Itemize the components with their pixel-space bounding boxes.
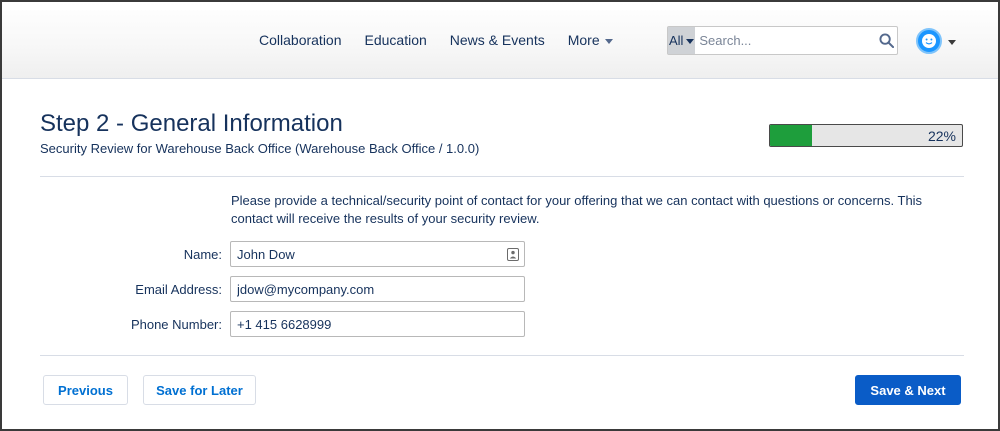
email-label: Email Address: [135,282,222,297]
search-scope-dropdown[interactable]: All [668,27,696,54]
search-button[interactable] [875,27,897,54]
intro-text: Please provide a technical/security poin… [231,193,923,226]
nav-collaboration[interactable]: Collaboration [259,32,342,48]
email-field[interactable] [230,276,525,302]
chevron-down-icon [686,38,695,44]
user-menu[interactable] [916,28,956,54]
main-nav: Collaboration Education News & Events Mo… [259,32,613,48]
progress-bar: 22% [769,124,963,147]
page-title: Step 2 - General Information [40,110,343,137]
search-input[interactable] [695,27,876,54]
search-bar: All [667,26,898,55]
contact-card-icon[interactable] [507,248,519,261]
phone-label: Phone Number: [130,317,222,332]
nav-education[interactable]: Education [365,32,427,48]
page-subtitle: Security Review for Warehouse Back Offic… [40,141,480,156]
save-and-next-button[interactable]: Save & Next [855,375,961,405]
nav-more-label: More [567,32,600,48]
phone-field[interactable] [230,311,525,337]
previous-button[interactable]: Previous [43,375,128,405]
save-for-later-button[interactable]: Save for Later [143,375,256,405]
avatar [916,28,942,54]
person-icon [509,250,517,259]
name-label: Name: [183,247,222,262]
progress-label: 22% [927,128,956,144]
smiley-face-icon [922,34,936,48]
search-scope-label: All [668,33,684,48]
divider-top [40,176,964,177]
chevron-down-icon [948,39,956,45]
top-header: Collaboration Education News & Events Mo… [2,2,998,79]
nav-news-events[interactable]: News & Events [450,32,545,48]
search-icon [879,33,894,48]
name-field[interactable] [230,241,525,267]
app-frame: Collaboration Education News & Events Mo… [0,0,1000,431]
divider-bottom [40,355,964,356]
nav-more-menu[interactable]: More [568,32,613,48]
progress-fill [770,125,813,146]
chevron-down-icon [604,38,613,44]
